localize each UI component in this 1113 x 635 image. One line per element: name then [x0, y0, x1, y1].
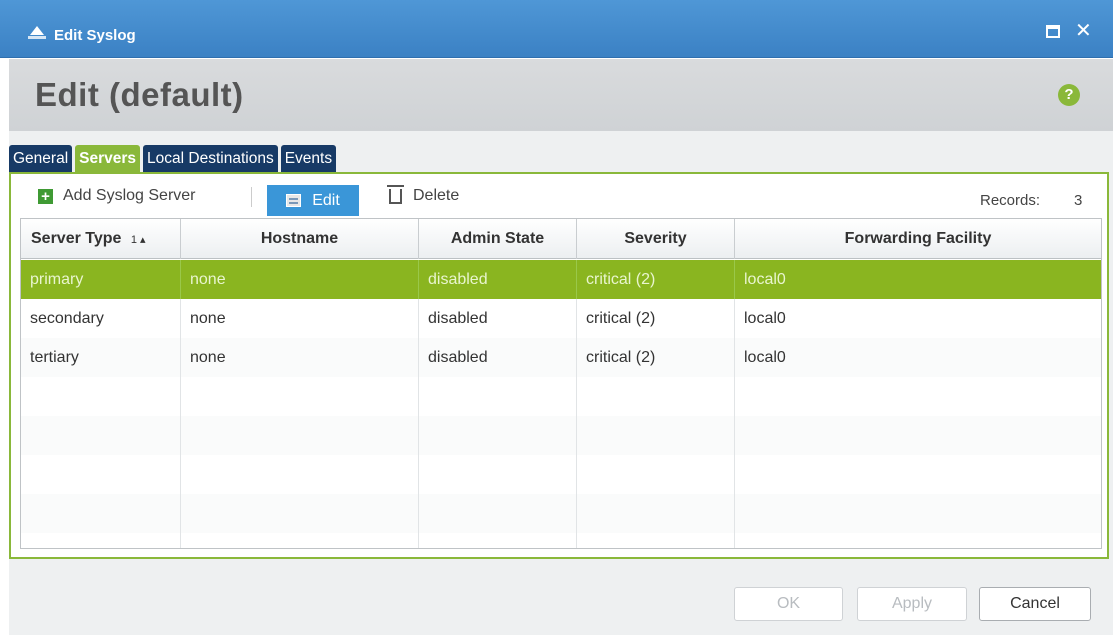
add-syslog-server-button[interactable]: + Add Syslog Server — [38, 183, 196, 209]
app-icon — [28, 26, 46, 45]
cell-forwarding-facility: local0 — [744, 310, 786, 327]
delete-label: Delete — [413, 187, 460, 204]
help-icon[interactable]: ? — [1058, 84, 1080, 106]
window-title: Edit Syslog — [54, 27, 136, 44]
apply-button[interactable]: Apply — [857, 587, 967, 621]
toolbar-divider — [251, 187, 252, 207]
cell-hostname: none — [181, 338, 419, 377]
cell-server-type: primary — [21, 260, 181, 299]
table-row[interactable]: secondary none disabled critical (2) loc… — [21, 299, 1101, 338]
empty-row — [21, 416, 1101, 455]
servers-table: Server Type 1 ▴ Hostname Admin State Sev… — [20, 218, 1102, 549]
cell-hostname: none — [181, 299, 419, 338]
tab-servers[interactable]: Servers — [75, 145, 141, 172]
page-title: Edit (default) — [35, 76, 244, 113]
empty-row — [21, 494, 1101, 533]
tab-general[interactable]: General — [9, 145, 73, 172]
cell-admin-state: disabled — [419, 260, 577, 299]
empty-row — [21, 533, 1101, 548]
empty-row — [21, 377, 1101, 416]
column-header-forwarding-facility[interactable]: Forwarding Facility — [735, 219, 1101, 259]
cell-server-type: tertiary — [21, 338, 181, 377]
cell-severity: critical (2) — [577, 299, 735, 338]
cell-forwarding-facility: local0 — [744, 349, 786, 366]
cell-hostname: none — [181, 260, 419, 299]
add-icon: + — [38, 188, 53, 204]
edit-button[interactable]: Edit — [267, 185, 359, 216]
sort-ascending-icon: 1 ▴ — [130, 234, 146, 246]
tab-local-destinations[interactable]: Local Destinations — [143, 145, 278, 172]
ok-button[interactable]: OK — [734, 587, 843, 621]
edit-label: Edit — [312, 192, 340, 209]
cell-severity: critical (2) — [577, 260, 735, 299]
add-syslog-server-label: Add Syslog Server — [63, 187, 196, 204]
edit-icon — [286, 194, 302, 207]
column-header-hostname[interactable]: Hostname — [181, 219, 419, 259]
delete-button[interactable]: Delete — [387, 183, 460, 209]
table-row[interactable]: primary none disabled critical (2) local… — [21, 260, 1101, 299]
servers-panel: + Add Syslog Server Edit Delete Records:… — [9, 172, 1109, 559]
cell-admin-state: disabled — [419, 299, 577, 338]
cell-admin-state: disabled — [419, 338, 577, 377]
trash-icon — [387, 184, 404, 204]
records-count: 3 — [1074, 192, 1083, 209]
table-row[interactable]: tertiary none disabled critical (2) loca… — [21, 338, 1101, 377]
toolbar: + Add Syslog Server Edit Delete Records:… — [11, 174, 1107, 218]
empty-row — [21, 455, 1101, 494]
records-label: Records: — [980, 192, 1041, 209]
window-titlebar: Edit Syslog ✕ — [0, 0, 1113, 58]
column-header-severity[interactable]: Severity — [577, 219, 735, 259]
cancel-button[interactable]: Cancel — [979, 587, 1091, 621]
close-icon[interactable]: ✕ — [1075, 20, 1092, 42]
cell-forwarding-facility: local0 — [744, 271, 786, 288]
column-header-server-type[interactable]: Server Type 1 ▴ — [21, 219, 181, 259]
cell-severity: critical (2) — [577, 338, 735, 377]
table-header: Server Type 1 ▴ Hostname Admin State Sev… — [21, 219, 1101, 259]
column-header-admin-state[interactable]: Admin State — [419, 219, 577, 259]
dialog-header: Edit (default) ? — [9, 59, 1113, 131]
cell-server-type: secondary — [21, 299, 181, 338]
column-label-server-type: Server Type — [31, 230, 122, 247]
maximize-icon[interactable] — [1046, 25, 1060, 38]
tab-events[interactable]: Events — [280, 145, 337, 172]
tab-bar: General Servers Local Destinations Event… — [9, 145, 339, 172]
